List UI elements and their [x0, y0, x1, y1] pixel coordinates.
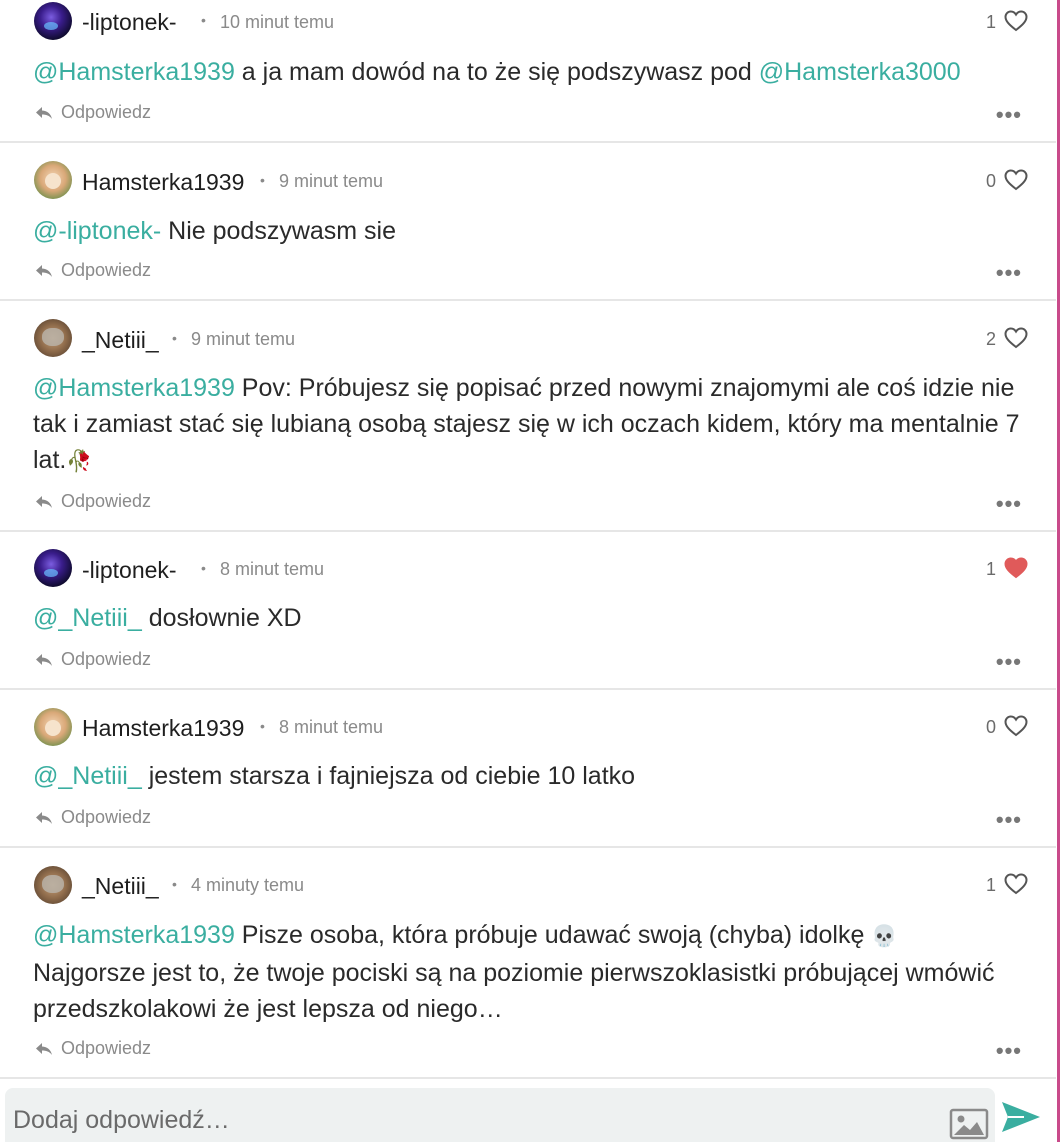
image-icon[interactable]	[949, 1108, 989, 1140]
comments-screen: -liptonek- • 10 minut temu 1 @Hamsterka1…	[0, 0, 1060, 1142]
comment-text: @Hamsterka1939 Pisze osoba, która próbuj…	[33, 921, 995, 1023]
mention-link[interactable]: @Hamsterka3000	[759, 58, 961, 86]
separator-dot: •	[172, 330, 177, 346]
comment-username[interactable]: _Netiii_	[82, 873, 159, 900]
like-count: 0	[985, 717, 996, 737]
comment-text: @Hamsterka1939 Pov: Próbujesz się popisa…	[33, 374, 1020, 474]
heart-outline-icon[interactable]	[1004, 715, 1028, 737]
reply-label: Odpowiedz	[61, 649, 152, 669]
comment-time: 9 minut temu	[279, 171, 384, 191]
reply-arrow-icon	[36, 811, 52, 824]
mention-link[interactable]: @-liptonek-	[33, 217, 161, 245]
avatar[interactable]	[34, 161, 72, 199]
heart-outline-icon[interactable]	[1004, 327, 1028, 349]
comment-text: @Hamsterka1939 a ja mam dowód na to że s…	[33, 58, 961, 86]
mention-link[interactable]: @_Netiii_	[33, 762, 142, 790]
reply-label: Odpowiedz	[61, 807, 152, 827]
mention-link[interactable]: @_Netiii_	[33, 604, 142, 632]
avatar[interactable]	[34, 2, 72, 40]
comment-time: 10 minut temu	[220, 12, 335, 32]
reply-label: Odpowiedz	[61, 260, 152, 280]
like-count: 1	[985, 12, 996, 32]
skull-emoji: 💀	[871, 925, 898, 948]
reply-label: Odpowiedz	[61, 491, 152, 511]
reply-label: Odpowiedz	[61, 1038, 152, 1058]
comment-username[interactable]: Hamsterka1939	[82, 169, 244, 196]
mention-link[interactable]: @Hamsterka1939	[33, 374, 235, 402]
like-count: 1	[985, 875, 996, 895]
send-icon[interactable]	[1000, 1100, 1042, 1134]
heart-outline-icon[interactable]	[1004, 873, 1028, 895]
reply-arrow-icon	[36, 1042, 52, 1055]
reply-button[interactable]: Odpowiedz	[35, 260, 151, 281]
comment-item: Hamsterka1939 • 8 minut temu 0 @_Netiii_…	[0, 690, 1056, 848]
comment-text: @_Netiii_ jestem starsza i fajniejsza od…	[33, 762, 636, 790]
like-count: 1	[985, 559, 996, 579]
reply-button[interactable]: Odpowiedz	[35, 1038, 151, 1059]
reply-button[interactable]: Odpowiedz	[35, 649, 151, 670]
comment-item: -liptonek- • 10 minut temu 1 @Hamsterka1…	[0, 0, 1056, 143]
more-options-icon[interactable]: •••	[996, 651, 1022, 673]
mention-link[interactable]: @Hamsterka1939	[33, 58, 235, 86]
separator-dot: •	[201, 12, 206, 28]
reply-arrow-icon	[36, 495, 52, 508]
comment-item: -liptonek- • 8 minut temu 1 @_Netiii_ do…	[0, 532, 1056, 690]
comment-item: _Netiii_ • 4 minuty temu 1 @Hamsterka193…	[0, 848, 1056, 1079]
heart-filled-icon[interactable]	[1004, 557, 1028, 579]
comment-username[interactable]: _Netiii_	[82, 327, 159, 354]
separator-dot: •	[260, 718, 265, 734]
reply-arrow-icon	[36, 653, 52, 666]
reply-button[interactable]: Odpowiedz	[35, 491, 151, 512]
comment-text: @_Netiii_ dosłownie XD	[33, 604, 302, 632]
separator-dot: •	[172, 876, 177, 892]
more-options-icon[interactable]: •••	[996, 104, 1022, 126]
reply-button[interactable]: Odpowiedz	[35, 102, 151, 123]
separator-dot: •	[260, 172, 265, 188]
comment-item: _Netiii_ • 9 minut temu 2 @Hamsterka1939…	[0, 301, 1056, 532]
separator-dot: •	[201, 560, 206, 576]
comment-text: @-liptonek- Nie podszywasm sie	[33, 217, 397, 245]
comment-username[interactable]: Hamsterka1939	[82, 715, 244, 742]
comment-time: 8 minut temu	[279, 717, 384, 737]
avatar[interactable]	[34, 866, 72, 904]
like-count: 2	[985, 329, 996, 349]
heart-outline-icon[interactable]	[1004, 10, 1028, 32]
more-options-icon[interactable]: •••	[996, 493, 1022, 515]
reply-arrow-icon	[36, 106, 52, 119]
avatar[interactable]	[34, 319, 72, 357]
comment-username[interactable]: -liptonek-	[82, 557, 177, 584]
reply-composer	[0, 1082, 1056, 1142]
reply-input[interactable]	[13, 1104, 913, 1136]
comment-item: Hamsterka1939 • 9 minut temu 0 @-liptone…	[0, 143, 1056, 301]
comment-time: 8 minut temu	[220, 559, 325, 579]
reply-button[interactable]: Odpowiedz	[35, 807, 151, 828]
comment-time: 9 minut temu	[191, 329, 296, 349]
wilted-rose-emoji: 🥀	[66, 450, 93, 473]
comment-time: 4 minuty temu	[191, 875, 305, 895]
mention-link[interactable]: @Hamsterka1939	[33, 921, 235, 949]
more-options-icon[interactable]: •••	[996, 1040, 1022, 1062]
more-options-icon[interactable]: •••	[996, 262, 1022, 284]
like-count: 0	[985, 171, 996, 191]
comment-username[interactable]: -liptonek-	[82, 9, 177, 36]
reply-arrow-icon	[36, 264, 52, 277]
reply-label: Odpowiedz	[61, 102, 152, 122]
more-options-icon[interactable]: •••	[996, 809, 1022, 831]
avatar[interactable]	[34, 708, 72, 746]
composer-box	[5, 1088, 995, 1142]
heart-outline-icon[interactable]	[1004, 169, 1028, 191]
avatar[interactable]	[34, 549, 72, 587]
